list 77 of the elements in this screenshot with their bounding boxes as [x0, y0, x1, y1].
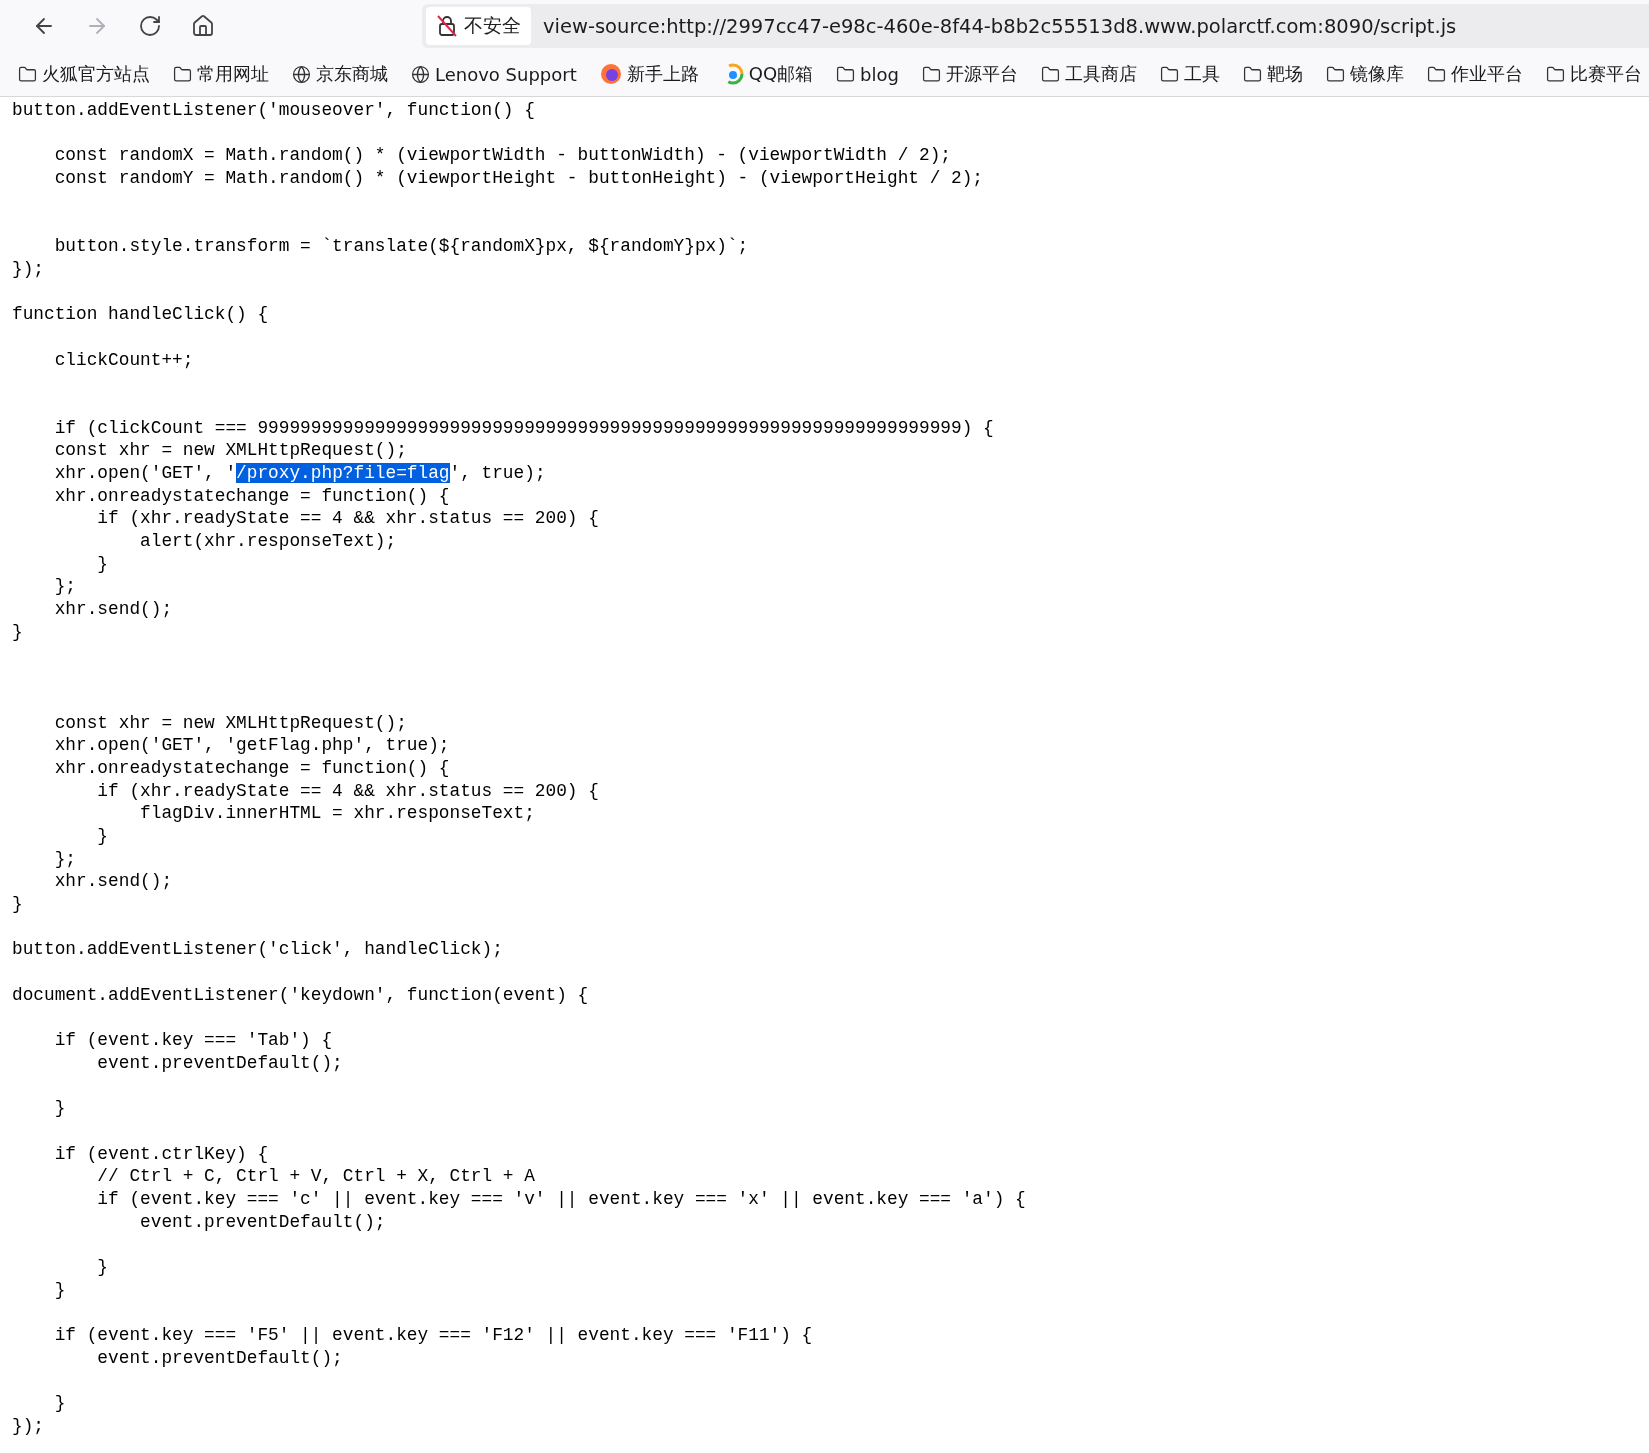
code-line: }; [53, 847, 78, 871]
folder-icon [1040, 64, 1060, 84]
security-label: 不安全 [464, 13, 521, 38]
code-line: clickCount++; [53, 348, 195, 372]
code-line: function handleClick() { [12, 303, 270, 326]
code-line: } [53, 1278, 67, 1302]
code-line: flagDiv.innerHTML = xhr.responseText; [139, 802, 536, 825]
bookmark-item[interactable]: 工具商店 [1040, 62, 1137, 86]
bookmark-item[interactable]: Lenovo Support [411, 63, 577, 85]
bookmark-item[interactable]: 靶场 [1242, 62, 1303, 86]
bookmark-item[interactable]: blog [836, 63, 899, 85]
selected-text: /proxy.php?file=flag [236, 463, 450, 483]
globe-icon [292, 64, 311, 84]
code-line: button.style.transform = `translate(${randomX}px, ${randomY}px)`; [53, 235, 750, 258]
code-line: const randomY = Math.random() * (viewportHeight - buttonHeight) - (viewportHeight / 2); [53, 167, 984, 190]
folder-icon [1159, 64, 1179, 84]
address-bar[interactable]: 不安全 view-source:http://2997cc47-e98c-460e-8f44-b8b2c55513d8.www.polarctf.com:8090/script.js [422, 4, 1649, 48]
bookmark-item[interactable]: 火狐官方站点 [18, 62, 150, 86]
globe-icon [411, 64, 430, 84]
bookmark-item[interactable]: 开源平台 [921, 62, 1018, 86]
reload-icon [138, 14, 162, 38]
bookmark-item[interactable]: 镜像库 [1325, 62, 1404, 86]
home-icon [191, 14, 215, 38]
code-line: } [96, 825, 110, 848]
code-line: if (event.key === 'F5' || event.key === 'F12' || event.key === 'F11') { [53, 1324, 814, 1347]
bookmark-item[interactable]: QQ邮箱 [721, 62, 814, 86]
code-line: event.preventDefault(); [96, 1346, 344, 1370]
code-text: xhr.open('GET', ' [53, 463, 237, 483]
site-security-indicator[interactable]: 不安全 [426, 7, 531, 45]
folder-icon [1325, 64, 1345, 84]
folder-icon [836, 64, 856, 84]
code-line: const xhr = new XMLHttpRequest(); [53, 439, 408, 462]
code-line: } [53, 1097, 67, 1120]
folder-icon [1242, 64, 1262, 84]
code-line: }; [53, 575, 78, 599]
code-line: button.addEventListener('click', handleClick); [12, 938, 504, 962]
code-line: button.addEventListener('mouseover', function() { [12, 99, 536, 122]
code-line: if (xhr.readyState == 4 && xhr.status == 200) { [96, 779, 600, 803]
browser-logo-icon [599, 63, 622, 85]
url-text: view-source:http://2997cc47-e98c-460e-8f44-b8b2c55513d8.www.polarctf.com:8090/script.js [543, 14, 1457, 38]
code-line: if (xhr.readyState == 4 && xhr.status == 200) { [96, 507, 600, 531]
bookmark-item[interactable]: 比赛平台 [1545, 62, 1642, 86]
bookmark-item[interactable]: 常用网址 [173, 62, 269, 86]
code-line: xhr.send(); [53, 870, 174, 894]
code-line: if (event.key === 'Tab') { [53, 1029, 334, 1052]
code-line: const randomX = Math.random() * (viewportWidth - buttonWidth) - (viewportWidth / 2); [53, 144, 952, 168]
code-line: if (event.key === 'c' || event.key === 'v' || event.key === 'x' || event.key === 'a') { [96, 1188, 1027, 1211]
code-line: const xhr = new XMLHttpRequest(); [53, 711, 408, 735]
code-line: alert(xhr.responseText); [139, 530, 398, 553]
bookmark-item[interactable]: 作业平台 [1426, 62, 1523, 86]
code-line: xhr.send(); [53, 598, 174, 621]
code-line: if (clickCount === 999999999999999999999999999999999999999999999999999999999999999999) { [53, 416, 995, 440]
folder-icon [1545, 64, 1565, 84]
insecure-lock-icon [436, 14, 458, 38]
code-line: event.preventDefault(); [139, 1210, 387, 1234]
code-line: document.addEventListener('keydown', function(event) { [12, 983, 590, 1007]
code-line: } [53, 1392, 67, 1415]
folder-icon [18, 64, 37, 84]
code-line: xhr.onreadystatechange = function() { [53, 756, 451, 780]
bookmark-item[interactable]: 工具 [1159, 62, 1220, 86]
bookmark-item[interactable]: 新手上路 [599, 62, 699, 86]
code-line: xhr.open('GET', 'getFlag.php', true); [53, 734, 451, 757]
folder-icon [921, 64, 941, 84]
code-line: }); [12, 257, 45, 281]
code-line: if (event.ctrlKey) { [53, 1142, 270, 1166]
code-line: } [12, 893, 24, 916]
bookmark-item[interactable]: 京东商城 [292, 62, 388, 86]
code-line: }); [12, 1414, 45, 1438]
code-line: xhr.onreadystatechange = function() { [53, 484, 451, 508]
code-line: } [12, 620, 24, 644]
folder-icon [1426, 64, 1446, 84]
folder-icon [173, 64, 192, 84]
code-line: event.preventDefault(); [96, 1051, 344, 1075]
code-text: ', true); [449, 463, 546, 483]
code-line: } [96, 1256, 110, 1279]
code-line: // Ctrl + C, Ctrl + V, Ctrl + X, Ctrl + A [96, 1165, 536, 1188]
code-line: } [96, 552, 110, 576]
